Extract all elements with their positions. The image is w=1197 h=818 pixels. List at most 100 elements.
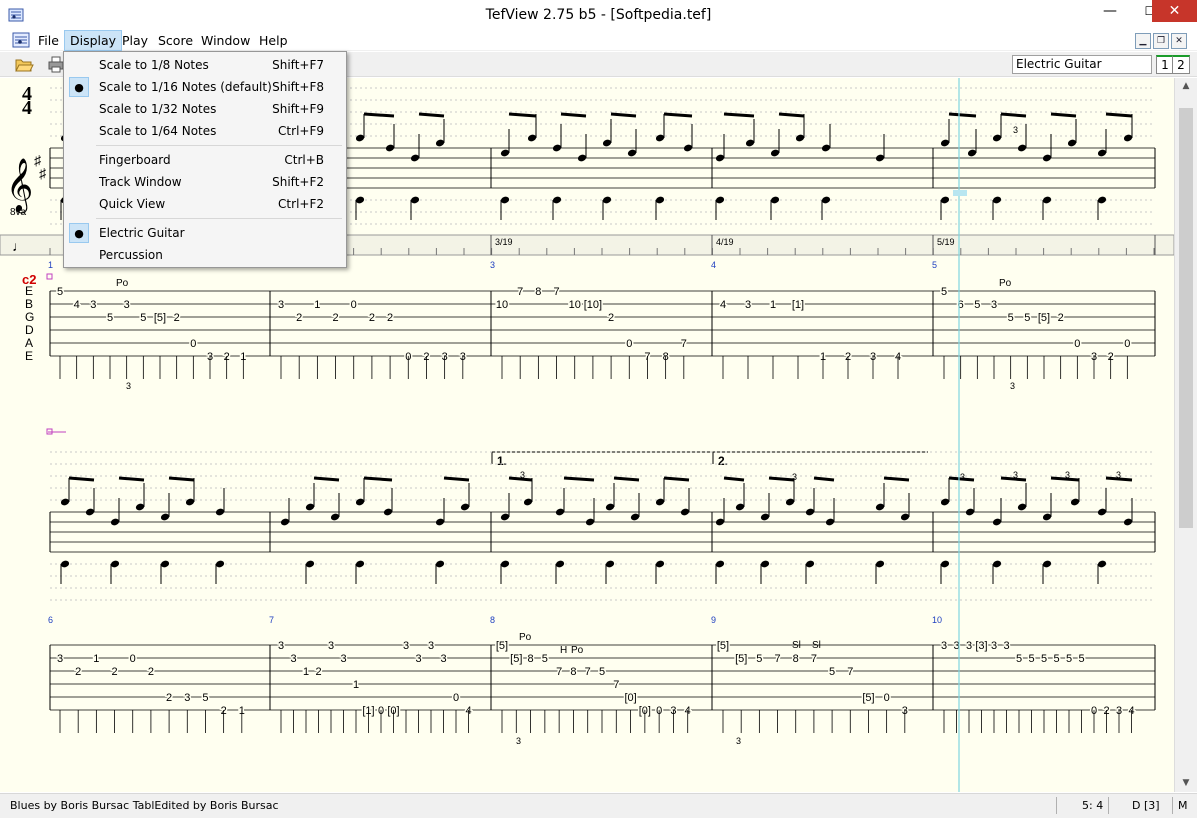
triplet-mark: 3	[1065, 470, 1070, 480]
tab-fret: 3	[403, 640, 409, 652]
menu-help[interactable]: Help	[254, 30, 293, 51]
mdi-close-button[interactable]: ✕	[1171, 33, 1187, 49]
note-beam	[948, 112, 977, 118]
song-info: Blues by Boris Bursac TablEdited by Bori…	[10, 799, 279, 812]
check-icon	[69, 55, 89, 75]
tab-fret: 3	[328, 640, 334, 652]
note-beam	[883, 476, 910, 482]
menu-item-scale-1-64[interactable]: Scale to 1/64 Notes Ctrl+F9	[66, 120, 344, 142]
note-beam	[168, 476, 195, 482]
tab-fret: 5	[140, 312, 146, 324]
note-beam	[1050, 112, 1077, 118]
tab-fret: 5	[1024, 312, 1030, 324]
tab-fret: 3	[90, 299, 96, 311]
tab-fret: 5	[202, 692, 208, 704]
tab-fret: 0	[351, 299, 357, 311]
tab-fret: [5]	[1038, 312, 1050, 324]
tab-fret: [5]	[717, 640, 729, 652]
document-icon[interactable]	[12, 32, 30, 48]
string-label: A	[25, 336, 33, 350]
tab-fret: [0]	[624, 692, 636, 704]
string-label: D	[25, 323, 34, 337]
clef-octave-label: 8va	[10, 207, 27, 218]
check-icon	[69, 172, 89, 192]
triplet-mark: 3	[1013, 470, 1018, 480]
sharp-icon: ♯	[39, 165, 47, 181]
menu-item-scale-1-8[interactable]: Scale to 1/8 Notes Shift+F7	[66, 54, 344, 76]
tab-fret: 0	[453, 692, 459, 704]
scrollbar-thumb[interactable]	[1179, 108, 1193, 528]
mdi-restore-button[interactable]: ❐	[1153, 33, 1169, 49]
menu-separator	[96, 218, 342, 219]
menu-item-scale-1-16[interactable]: ● Scale to 1/16 Notes (default) Shift+F8	[66, 76, 344, 98]
tab-fret: [5]	[735, 653, 747, 665]
tab-fret: 5	[57, 286, 63, 298]
tab-fret: 2	[174, 312, 180, 324]
tab-fret: 2	[148, 666, 154, 678]
menu-item-quick-view[interactable]: Quick View Ctrl+F2	[66, 193, 344, 215]
tab-fret: 5	[941, 286, 947, 298]
menu-item-track-window[interactable]: Track Window Shift+F2	[66, 171, 344, 193]
scroll-down-icon[interactable]: ▼	[1175, 775, 1197, 792]
menu-score[interactable]: Score	[153, 30, 198, 51]
tab-fret: 0	[190, 338, 196, 350]
technique-label: Sl	[812, 640, 821, 651]
tab-fret: [5]	[154, 312, 166, 324]
check-icon	[69, 99, 89, 119]
tab-fret: [10]	[584, 299, 602, 311]
technique-label: Sl	[792, 640, 801, 651]
string-label: B	[25, 297, 33, 311]
tab-fret: 7	[811, 653, 817, 665]
tab-fret: 7	[847, 666, 853, 678]
menu-bar: File Display Play Score Window Help ▁ ❐ ✕	[0, 30, 1197, 51]
note-beam	[813, 476, 835, 482]
mdi-minimize-button[interactable]: ▁	[1135, 33, 1151, 49]
technique-label: Po	[116, 278, 129, 289]
tab-fret: 3	[57, 653, 63, 665]
menu-item-electric-guitar[interactable]: ● Electric Guitar	[66, 222, 344, 244]
volta-bracket-2	[712, 451, 928, 464]
close-button[interactable]: ✕	[1152, 0, 1197, 22]
tab-fret: 8	[528, 653, 534, 665]
scroll-up-icon[interactable]: ▲	[1175, 78, 1197, 95]
tab-fret: 3	[124, 299, 130, 311]
triplet-mark: 3	[516, 736, 521, 746]
tab-row-2: 321202235213312331[1]0[0]333304[5][5]857…	[49, 639, 1156, 733]
menu-display[interactable]: Display	[64, 30, 123, 51]
menu-item-percussion[interactable]: Percussion	[66, 244, 344, 266]
note-beam	[118, 476, 145, 482]
time-signature-bottom: 4	[22, 97, 32, 119]
triplet-mark: 3	[126, 381, 131, 391]
instrument-field[interactable]: Electric Guitar	[1012, 55, 1152, 74]
menu-window[interactable]: Window	[196, 30, 255, 51]
triplet-mark: 3	[1116, 470, 1121, 480]
tab-fret: 0	[626, 338, 632, 350]
vertical-scrollbar[interactable]: ▲ ▼	[1174, 78, 1197, 792]
tab-fret: 7	[681, 338, 687, 350]
cursor-highlight	[953, 190, 967, 196]
track-2-button[interactable]: 2	[1172, 55, 1190, 74]
note-beam	[613, 476, 640, 482]
menu-item-fingerboard[interactable]: Fingerboard Ctrl+B	[66, 149, 344, 171]
tab-row-1: 543535[5]20321321202202331078710[10]2078…	[49, 285, 1156, 379]
tab-fret: 3	[278, 299, 284, 311]
open-folder-icon[interactable]	[14, 55, 34, 73]
tab-fret: 2	[111, 666, 117, 678]
note-beam	[768, 476, 795, 482]
triplet-mark: 3	[960, 472, 965, 482]
note-beam	[610, 112, 637, 118]
menu-play[interactable]: Play	[117, 30, 153, 51]
note-beam	[560, 112, 587, 118]
note-beam	[443, 476, 470, 482]
tab-fret: 1	[314, 299, 320, 311]
note-beam	[1000, 112, 1027, 118]
tab-fret: 5	[756, 653, 762, 665]
triplet-mark: 3	[1010, 381, 1015, 391]
tab-fret: 5	[1008, 312, 1014, 324]
minimize-button[interactable]: —	[1090, 0, 1130, 22]
menu-item-scale-1-32[interactable]: Scale to 1/32 Notes Shift+F9	[66, 98, 344, 120]
technique-label: Po	[519, 632, 532, 643]
tab-fret: 5	[1053, 653, 1059, 665]
status-bar: Blues by Boris Bursac TablEdited by Bori…	[0, 793, 1197, 818]
menu-file[interactable]: File	[33, 30, 64, 51]
